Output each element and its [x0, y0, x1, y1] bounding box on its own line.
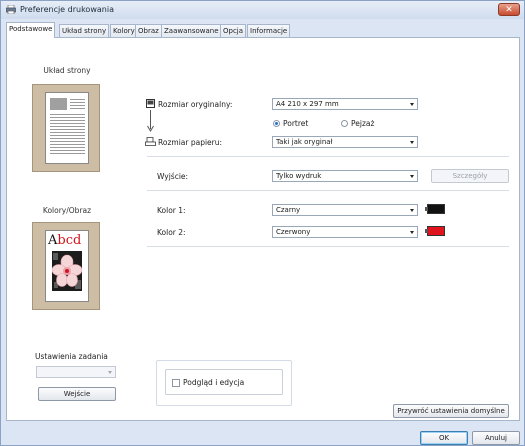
job-settings-title: Ustawienia zadania: [35, 352, 108, 361]
text-line: [50, 135, 85, 136]
tab-kolory[interactable]: Kolory: [110, 24, 138, 37]
text-line: [50, 141, 85, 142]
color-sample-text: Abcd: [48, 234, 81, 248]
color2-select[interactable]: Czerwony: [272, 226, 418, 238]
text-line: [50, 132, 85, 133]
separator: [147, 246, 509, 247]
basic-tab-panel: Układ strony Kolory/Obraz Abcd Ustawieni…: [6, 37, 520, 421]
portrait-label: Portret: [283, 119, 309, 128]
flower-picture: [52, 251, 82, 291]
printer-icon: [6, 5, 16, 14]
close-button[interactable]: ✕: [498, 3, 520, 16]
job-settings-select[interactable]: [36, 366, 116, 378]
restore-defaults-button[interactable]: Przywróć ustawienia domyślne: [393, 404, 509, 418]
preview-edit-checkbox[interactable]: [172, 379, 180, 387]
color2-swatch: [425, 226, 445, 236]
separator: [147, 190, 509, 191]
chevron-down-icon: [410, 103, 414, 106]
paper-size-value: Taki jak oryginał: [276, 138, 333, 146]
landscape-label: Pejzaż: [351, 119, 375, 128]
paper-size-select[interactable]: Taki jak oryginał: [272, 136, 418, 148]
text-line: [50, 138, 85, 139]
print-preferences-window: Preferencje drukowania ✕ Podstawowe Ukła…: [0, 0, 525, 446]
color1-swatch: [425, 204, 445, 214]
text-line: [50, 129, 85, 130]
text-line: [50, 144, 85, 145]
page-preview: [45, 92, 89, 164]
sample-letter: b: [57, 233, 66, 248]
job-settings-group: Ustawienia zadania Wejście: [32, 342, 126, 412]
chevron-down-icon: [410, 175, 414, 178]
output-value: Tylko wydruk: [276, 172, 322, 180]
title-bar: Preferencje drukowania ✕: [1, 1, 524, 19]
swatch-tip: [425, 207, 428, 211]
chevron-down-icon: [108, 371, 112, 374]
tab-opcja[interactable]: Opcja: [220, 24, 247, 37]
preview-edit-label: Podgląd i edycja: [183, 378, 245, 387]
swatch-tip: [425, 229, 428, 233]
text-line: [50, 120, 85, 121]
chevron-down-icon: [410, 141, 414, 144]
text-line: [70, 99, 85, 100]
text-line: [70, 102, 85, 103]
layout-preview: [32, 84, 100, 172]
color1-value: Czarny: [276, 206, 301, 214]
tab-informacje[interactable]: Informacje: [247, 24, 291, 37]
page-image-block: [50, 98, 67, 110]
paper-tray-icon: [145, 137, 156, 146]
original-size-select[interactable]: A4 210 x 297 mm: [272, 98, 418, 110]
layout-section-title: Układ strony: [43, 66, 91, 75]
chevron-down-icon: [410, 231, 414, 234]
portrait-radio[interactable]: [273, 120, 280, 127]
paper-size-label: Rozmiar papieru:: [158, 138, 223, 147]
preview-edit-inner: Podgląd i edycja: [165, 369, 283, 395]
cancel-button[interactable]: Anuluj: [472, 431, 520, 445]
ok-button[interactable]: OK: [420, 431, 468, 445]
color2-value: Czerwony: [276, 228, 311, 236]
chevron-down-icon: [410, 209, 414, 212]
text-line: [50, 147, 85, 148]
output-label: Wyjście:: [157, 172, 189, 181]
original-size-label: Rozmiar oryginalny:: [158, 100, 233, 109]
text-line: [50, 150, 85, 151]
details-button[interactable]: Szczegóły: [431, 169, 509, 183]
arrow-down-icon: [147, 110, 154, 132]
text-line: [50, 126, 85, 127]
color-page-preview: Abcd: [45, 230, 89, 302]
preview-edit-group: Podgląd i edycja: [156, 360, 292, 406]
sample-letter: A: [48, 233, 58, 248]
original-document-icon: [146, 99, 155, 108]
input-button[interactable]: Wejście: [38, 387, 116, 401]
tab-obraz[interactable]: Obraz: [135, 24, 162, 37]
window-title: Preferencje drukowania: [20, 5, 114, 14]
landscape-radio[interactable]: [341, 120, 348, 127]
separator: [147, 156, 509, 157]
text-line: [50, 123, 85, 124]
output-select[interactable]: Tylko wydruk: [272, 170, 418, 182]
tab-uklad-strony[interactable]: Układ strony: [59, 24, 110, 37]
text-line: [50, 114, 85, 115]
color1-label: Kolor 1:: [157, 206, 186, 215]
text-line: [50, 153, 85, 154]
sample-letter: c: [65, 233, 73, 248]
color-section-title: Kolory/Obraz: [42, 206, 92, 215]
text-line: [70, 108, 85, 109]
text-line: [70, 105, 85, 106]
color1-select[interactable]: Czarny: [272, 204, 418, 216]
color2-label: Kolor 2:: [157, 228, 186, 237]
tab-podstawowe[interactable]: Podstawowe: [6, 22, 56, 38]
color-preview: Abcd: [32, 222, 100, 310]
original-size-value: A4 210 x 297 mm: [276, 100, 339, 108]
tab-zaawansowane[interactable]: Zaawansowane: [161, 24, 222, 37]
sample-letter: d: [73, 233, 82, 248]
text-line: [50, 117, 85, 118]
